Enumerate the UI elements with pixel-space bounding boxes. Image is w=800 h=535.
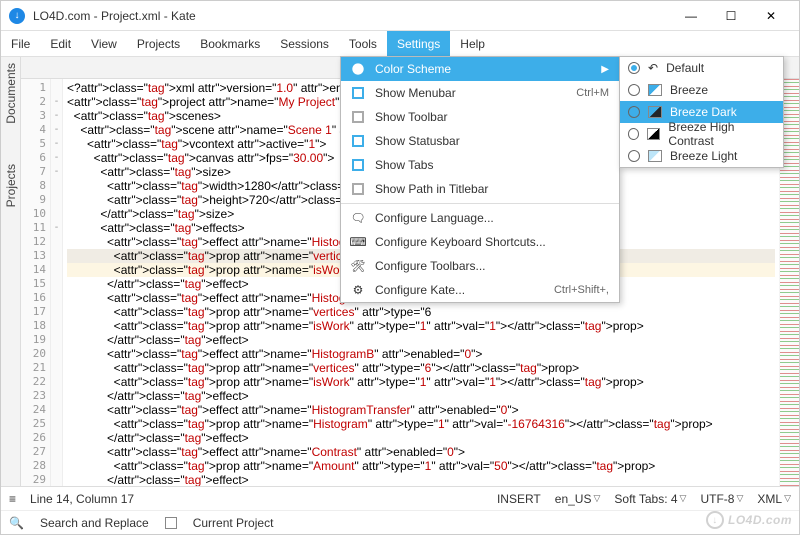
radio-icon xyxy=(628,128,639,140)
settings-show-toolbar[interactable]: Show Toolbar xyxy=(341,105,619,129)
submenu-item-label: Breeze Light xyxy=(670,149,737,163)
menu-item-label: Show Toolbar xyxy=(375,110,448,124)
sidebar-tab-projects[interactable]: Projects xyxy=(4,164,18,207)
palette-icon xyxy=(351,62,365,76)
shortcut-label: Ctrl+M xyxy=(576,87,609,99)
menu-projects[interactable]: Projects xyxy=(127,31,190,56)
settings-show-statusbar[interactable]: Show Statusbar xyxy=(341,129,619,153)
color-scheme-submenu: ↶ Default Breeze Breeze DarkBreeze High Con… xyxy=(619,56,784,168)
settings-show-tabs[interactable]: Show Tabs xyxy=(341,153,619,177)
maximize-button[interactable]: ☐ xyxy=(711,1,751,31)
kbd-icon: ⌨ xyxy=(351,235,365,249)
statusbar: ≡ Line 14, Column 17 INSERT en_US▽ Soft … xyxy=(1,486,799,510)
cfg-icon: ⚙ xyxy=(351,283,365,297)
menu-view[interactable]: View xyxy=(81,31,127,56)
menu-item-label: Configure Keyboard Shortcuts... xyxy=(375,235,546,249)
color-swatch-icon xyxy=(648,84,662,96)
watermark: ↓LO4D.com xyxy=(706,511,792,529)
shortcut-label: Ctrl+Shift+, xyxy=(554,284,609,296)
menu-item-label: Configure Language... xyxy=(375,211,494,225)
menu-settings[interactable]: Settings xyxy=(387,31,450,56)
settings-show-path-in-titlebar[interactable]: Show Path in Titlebar xyxy=(341,177,619,201)
tool-icon: 🛠 xyxy=(351,259,365,273)
menu-edit[interactable]: Edit xyxy=(40,31,81,56)
menu-item-label: Configure Kate... xyxy=(375,283,465,297)
indent-selector[interactable]: Soft Tabs: 4▽ xyxy=(614,492,686,506)
window-title: LO4D.com - Project.xml - Kate xyxy=(33,9,671,23)
submenu-item-label: Breeze High Contrast xyxy=(668,120,775,148)
menu-file[interactable]: File xyxy=(1,31,40,56)
settings-configure-kate-[interactable]: ⚙ Configure Kate... Ctrl+Shift+, xyxy=(341,278,619,302)
menu-bookmarks[interactable]: Bookmarks xyxy=(190,31,270,56)
color-scheme-breeze-high-contrast[interactable]: Breeze High Contrast xyxy=(620,123,783,145)
settings-configure-language-[interactable]: 🗨 Configure Language... xyxy=(341,206,619,230)
lang-icon: 🗨 xyxy=(351,211,365,225)
undo-icon: ↶ xyxy=(648,61,658,75)
menu-tools[interactable]: Tools xyxy=(339,31,387,56)
menu-item-label: Show Path in Titlebar xyxy=(375,182,488,196)
menu-item-label: Configure Toolbars... xyxy=(375,259,486,273)
settings-dropdown: Color Scheme ▶ Show Menubar Ctrl+M Show Tool… xyxy=(340,56,620,303)
menu-item-label: Show Menubar xyxy=(375,86,456,100)
color-swatch-icon xyxy=(648,106,662,118)
menu-help[interactable]: Help xyxy=(450,31,495,56)
line-number-gutter: 1234567891011121314151617181920212223242… xyxy=(21,79,51,486)
menu-indicator-icon[interactable]: ≡ xyxy=(9,492,16,506)
titlebar: ↓ LO4D.com - Project.xml - Kate — ☐ ✕ xyxy=(1,1,799,31)
project-icon xyxy=(165,517,177,529)
syntax-selector[interactable]: XML▽ xyxy=(757,492,791,506)
search-replace-button[interactable]: Search and Replace xyxy=(40,516,149,530)
menu-sessions[interactable]: Sessions xyxy=(270,31,339,56)
menubar: FileEditViewProjectsBookmarksSessionsToo… xyxy=(1,31,799,57)
radio-icon xyxy=(628,106,640,118)
menu-item-label: Show Statusbar xyxy=(375,134,460,148)
settings-show-menubar[interactable]: Show Menubar Ctrl+M xyxy=(341,81,619,105)
submenu-arrow-icon: ▶ xyxy=(601,64,609,75)
sidebar: Documents Projects xyxy=(1,57,21,486)
settings-color-scheme[interactable]: Color Scheme ▶ xyxy=(341,57,619,81)
cursor-position[interactable]: Line 14, Column 17 xyxy=(30,492,134,506)
color-scheme-breeze-light[interactable]: Breeze Light xyxy=(620,145,783,167)
bottom-toolbar: 🔍 Search and Replace Current Project xyxy=(1,510,799,534)
encoding-selector[interactable]: UTF-8▽ xyxy=(700,492,743,506)
minimize-button[interactable]: — xyxy=(671,1,711,31)
submenu-item-label: Breeze xyxy=(670,83,708,97)
color-swatch-icon xyxy=(647,128,660,140)
menu-item-label: Show Tabs xyxy=(375,158,433,172)
settings-configure-toolbars-[interactable]: 🛠 Configure Toolbars... xyxy=(341,254,619,278)
radio-icon xyxy=(628,62,640,74)
locale-selector[interactable]: en_US▽ xyxy=(555,492,601,506)
color-scheme-default[interactable]: ↶ Default xyxy=(620,57,783,79)
submenu-item-label: Default xyxy=(666,61,704,75)
radio-icon xyxy=(628,84,640,96)
window-controls: — ☐ ✕ xyxy=(671,1,791,31)
insert-mode[interactable]: INSERT xyxy=(497,492,541,506)
menu-item-label: Color Scheme xyxy=(375,62,451,76)
settings-configure-keyboard-shortcuts-[interactable]: ⌨ Configure Keyboard Shortcuts... xyxy=(341,230,619,254)
submenu-item-label: Breeze Dark xyxy=(670,105,737,119)
fold-gutter[interactable]: ------- xyxy=(51,79,63,486)
radio-icon xyxy=(628,150,640,162)
search-icon: 🔍 xyxy=(9,516,24,530)
app-icon: ↓ xyxy=(9,8,25,24)
color-swatch-icon xyxy=(648,150,662,162)
close-button[interactable]: ✕ xyxy=(751,1,791,31)
current-project-button[interactable]: Current Project xyxy=(193,516,274,530)
color-scheme-breeze[interactable]: Breeze xyxy=(620,79,783,101)
sidebar-tab-documents[interactable]: Documents xyxy=(4,63,18,124)
